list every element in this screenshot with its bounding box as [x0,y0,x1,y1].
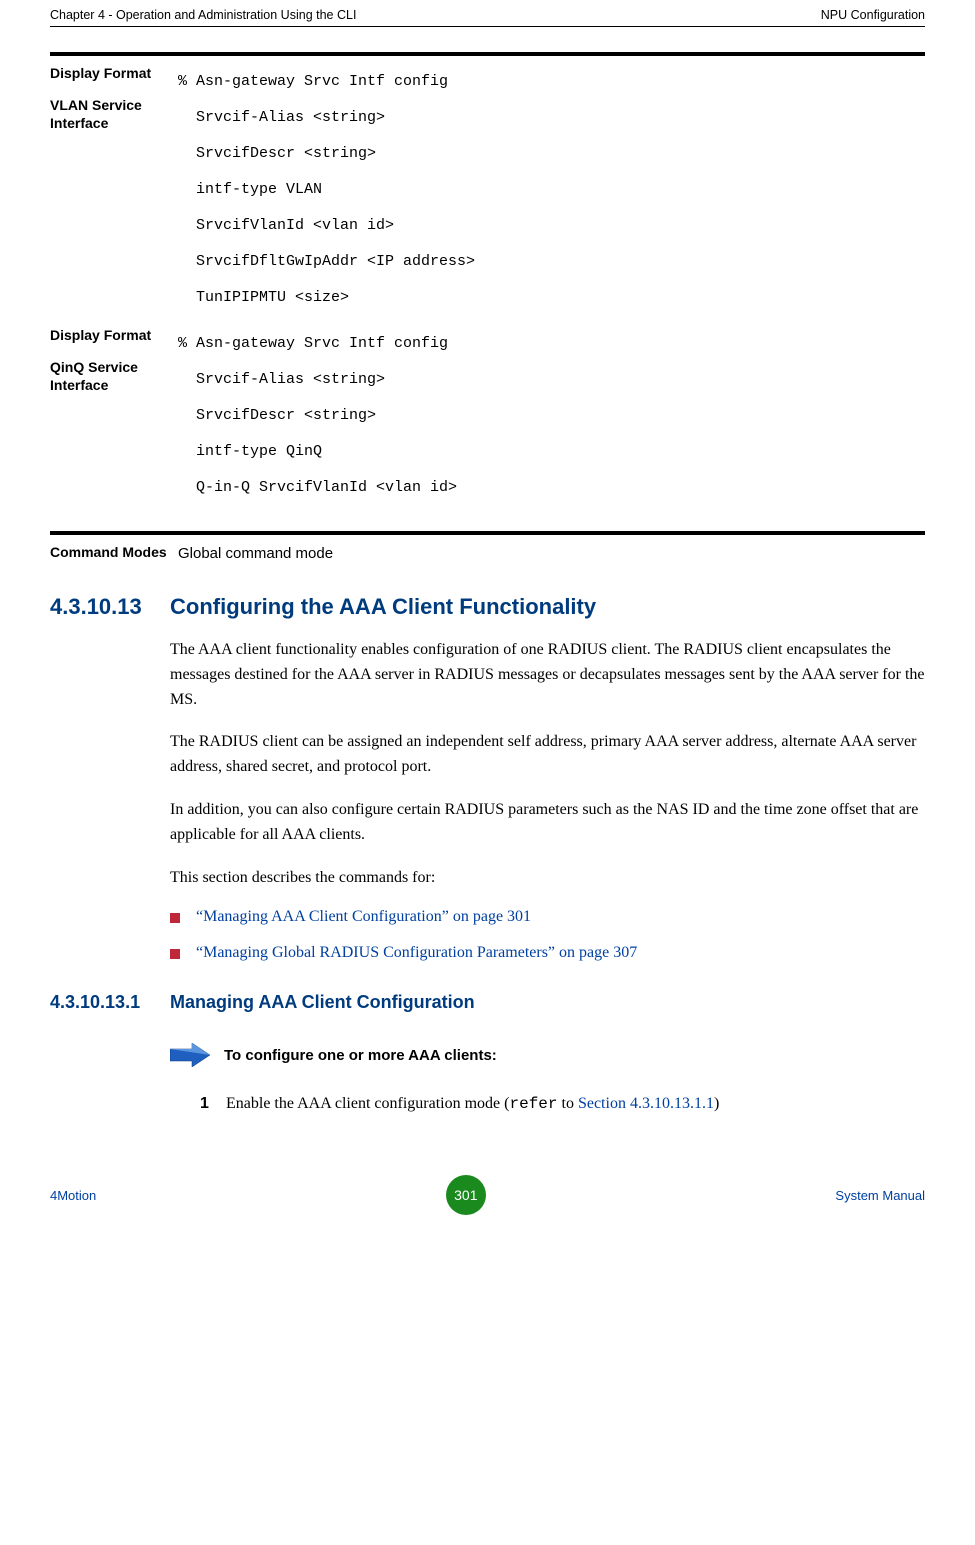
code-line: Srvcif-Alias <string> [178,371,385,388]
header-left: Chapter 4 - Operation and Administration… [50,8,356,22]
subsection-title: Managing AAA Client Configuration [170,992,475,1013]
code-line: intf-type QinQ [178,443,322,460]
display-format-qinq-content: % Asn-gateway Srvc Intf config Srvcif-Al… [178,326,925,506]
step-number: 1 [200,1092,226,1117]
bullet-list: “Managing AAA Client Configuration” on p… [170,908,925,962]
label-vlan-service-interface: VLAN Service Interface [50,96,170,132]
section-title: Configuring the AAA Client Functionality [170,594,596,620]
bullet-icon [170,913,180,923]
footer-left: 4Motion [50,1188,96,1203]
subsection-heading: 4.3.10.13.1 Managing AAA Client Configur… [50,992,925,1013]
procedure-title: To configure one or more AAA clients: [224,1047,497,1064]
code-line: SrvcifDescr <string> [178,407,376,424]
code-line: TunIPIPMTU <size> [178,289,349,306]
page-header: Chapter 4 - Operation and Administration… [50,0,925,27]
command-modes-block: Command Modes Global command mode [50,531,925,564]
step-text-mid: to [558,1095,578,1112]
inline-code: refer [509,1095,557,1113]
section-heading: 4.3.10.13 Configuring the AAA Client Fun… [50,594,925,620]
label-display-format: Display Format [50,64,170,82]
bullet-icon [170,949,180,959]
label-qinq-service-interface: QinQ Service Interface [50,358,170,394]
subsection-number: 4.3.10.13.1 [50,992,170,1013]
xref-link[interactable]: “Managing AAA Client Configuration” on p… [196,908,531,926]
page-number: 301 [454,1187,477,1203]
footer-right: System Manual [835,1188,925,1203]
page-content: Chapter 4 - Operation and Administration… [0,0,975,1175]
page-number-badge: 301 [446,1175,486,1215]
code-line: Q-in-Q SrvcifVlanId <vlan id> [178,479,457,496]
procedure-header: To configure one or more AAA clients: [170,1043,925,1067]
page-footer: 4Motion 301 System Manual [0,1175,975,1235]
list-item: “Managing Global RADIUS Configuration Pa… [170,944,925,962]
display-format-vlan-label: Display Format VLAN Service Interface [50,64,178,316]
code-line: SrvcifDescr <string> [178,145,376,162]
display-format-vlan-block: Display Format VLAN Service Interface % … [50,52,925,316]
command-modes-label: Command Modes [50,543,178,564]
arrow-icon [170,1043,210,1067]
step-item: 1 Enable the AAA client configuration mo… [200,1092,925,1117]
step-text-post: ) [714,1095,719,1112]
command-modes-value: Global command mode [178,543,925,564]
display-format-vlan-content: % Asn-gateway Srvc Intf config Srvcif-Al… [178,64,925,316]
paragraph: The RADIUS client can be assigned an ind… [170,730,925,780]
paragraph: This section describes the commands for: [170,866,925,891]
xref-link[interactable]: Section 4.3.10.13.1.1 [578,1095,714,1112]
code-line: SrvcifVlanId <vlan id> [178,217,394,234]
list-item: “Managing AAA Client Configuration” on p… [170,908,925,926]
step-text: Enable the AAA client configuration mode… [226,1092,719,1117]
xref-link[interactable]: “Managing Global RADIUS Configuration Pa… [196,944,637,962]
display-format-qinq-label: Display Format QinQ Service Interface [50,326,178,506]
display-format-qinq-block: Display Format QinQ Service Interface % … [50,326,925,506]
code-line: SrvcifDfltGwIpAddr <IP address> [178,253,475,270]
label-display-format: Display Format [50,326,170,344]
header-right: NPU Configuration [821,8,925,22]
code-line: % Asn-gateway Srvc Intf config [178,73,448,90]
code-line: intf-type VLAN [178,181,322,198]
paragraph: The AAA client functionality enables con… [170,638,925,712]
code-line: Srvcif-Alias <string> [178,109,385,126]
paragraph: In addition, you can also configure cert… [170,798,925,848]
section-number: 4.3.10.13 [50,594,170,620]
step-text-pre: Enable the AAA client configuration mode… [226,1095,509,1112]
code-line: % Asn-gateway Srvc Intf config [178,335,448,352]
